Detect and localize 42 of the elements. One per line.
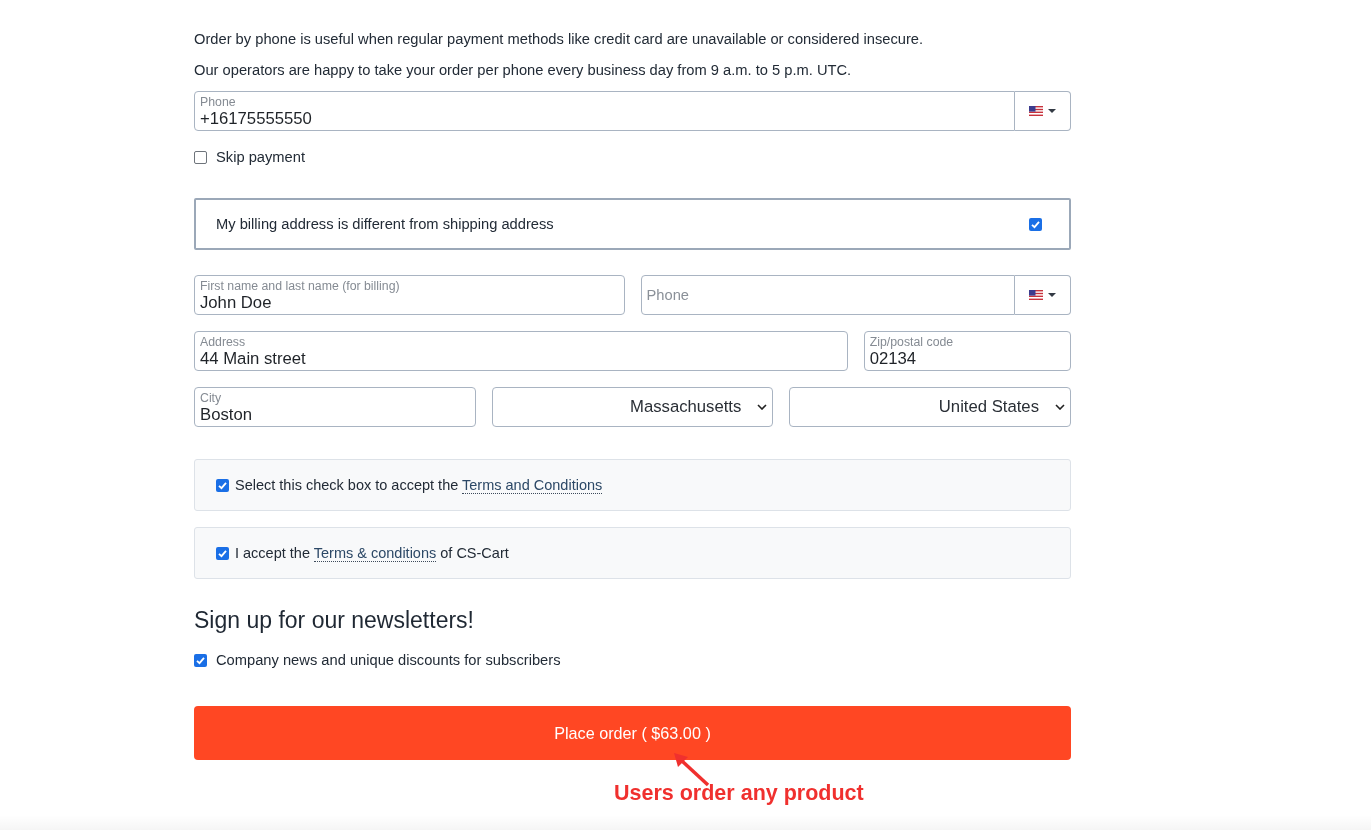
terms-label: Select this check box to accept the Terms and Conditions [235,476,603,495]
checkbox[interactable] [1029,217,1042,231]
field-value: John Doe [200,293,272,313]
field-placeholder: Phone [646,286,689,304]
terms-link[interactable]: Terms and Conditions [462,477,603,494]
field-label: Address [200,335,246,349]
phone-field[interactable]: Phone +16175555550 [194,91,1015,131]
field-value: Boston [200,405,252,425]
checkbox[interactable] [194,150,207,164]
checkbox[interactable] [194,653,207,667]
intro-text: Our operators are happy to take your order per phone every business day from 9 a.m. to 5 p.m. UTC. [194,61,853,80]
checkbox[interactable] [216,546,229,560]
input-field[interactable]: Address 44 Main street [194,331,848,371]
field-value: +16175555550 [200,109,312,129]
field-label: First name and last name (for billing) [200,279,400,293]
select-field[interactable]: Massachusetts [491,387,774,427]
field-value: 44 Main street [200,349,306,369]
intro-text: Order by phone is useful when regular payment methods like credit card are unavailable or considered insecure. [194,30,925,49]
input-field[interactable]: Zip/postal code 02134 [863,331,1071,371]
field-label: Zip/postal code [869,335,954,349]
flag-icon [1029,106,1043,116]
terms-label: I accept the Terms & conditions of CS-Cart [235,544,509,563]
caret-icon [1048,293,1056,297]
country-code-button[interactable] [1015,91,1071,131]
newsletter-heading: Sign up for our newsletters! [194,606,475,635]
input-field[interactable]: City Boston [194,387,476,427]
terms-link[interactable]: Terms & conditions [313,545,437,562]
flag-icon [1029,290,1043,300]
country-code-button[interactable] [1015,275,1071,315]
checkbox-label: Skip payment [216,148,305,167]
chevron-icon [757,404,768,410]
billing-toggle-label: My billing address is different from shipping address [216,216,554,232]
chevron-icon [1055,404,1065,410]
input-field[interactable]: First name and last name (for billing) John Doe [194,275,625,315]
caret-icon [1048,109,1056,113]
select-field[interactable]: United States [789,387,1071,427]
checkbox-label: Company news and unique discounts for subscribers [216,651,561,670]
checkbox[interactable] [216,478,229,492]
field-label: City [200,391,222,405]
annotation-text: Users order any product [614,781,864,805]
field-label: Phone [200,95,236,109]
field-value: 02134 [869,349,917,369]
